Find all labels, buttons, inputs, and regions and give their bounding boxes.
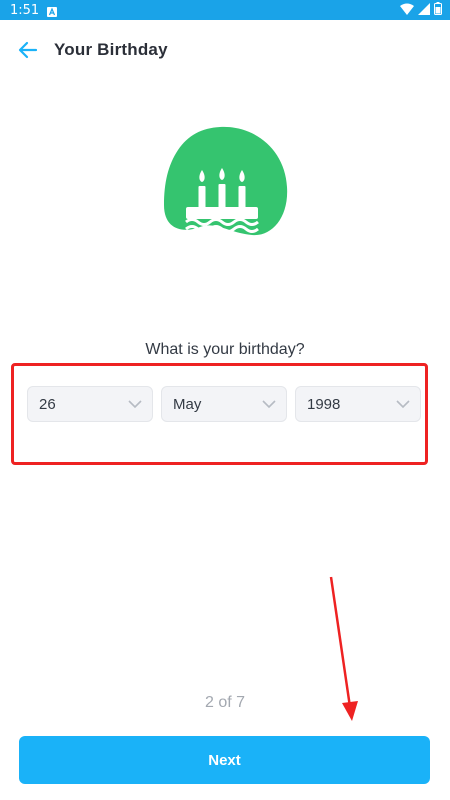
day-value: 26 bbox=[39, 395, 56, 413]
chevron-down-icon bbox=[128, 400, 142, 409]
app-bar: Your Birthday bbox=[0, 22, 450, 78]
back-button[interactable] bbox=[14, 36, 42, 64]
page-title: Your Birthday bbox=[54, 40, 168, 59]
status-left: 1:51 bbox=[10, 2, 58, 18]
status-right bbox=[400, 2, 442, 18]
year-select[interactable]: 1998 bbox=[295, 386, 421, 422]
a-notification-icon bbox=[47, 5, 58, 17]
wifi-icon bbox=[400, 3, 414, 18]
day-select[interactable]: 26 bbox=[27, 386, 153, 422]
arrow-left-icon bbox=[18, 41, 38, 59]
birthday-cake-icon bbox=[160, 125, 290, 240]
year-value: 1998 bbox=[307, 395, 341, 413]
month-select[interactable]: May bbox=[161, 386, 287, 422]
status-bar: 1:51 bbox=[0, 0, 450, 20]
battery-icon bbox=[434, 2, 442, 18]
birthday-question: What is your birthday? bbox=[145, 341, 305, 358]
next-button[interactable]: Next bbox=[19, 736, 430, 784]
signal-icon bbox=[418, 2, 430, 18]
step-indicator: 2 of 7 bbox=[204, 694, 246, 711]
chevron-down-icon bbox=[396, 400, 410, 409]
month-value: May bbox=[173, 395, 202, 413]
chevron-down-icon bbox=[262, 400, 276, 409]
status-time: 1:51 bbox=[10, 2, 40, 18]
